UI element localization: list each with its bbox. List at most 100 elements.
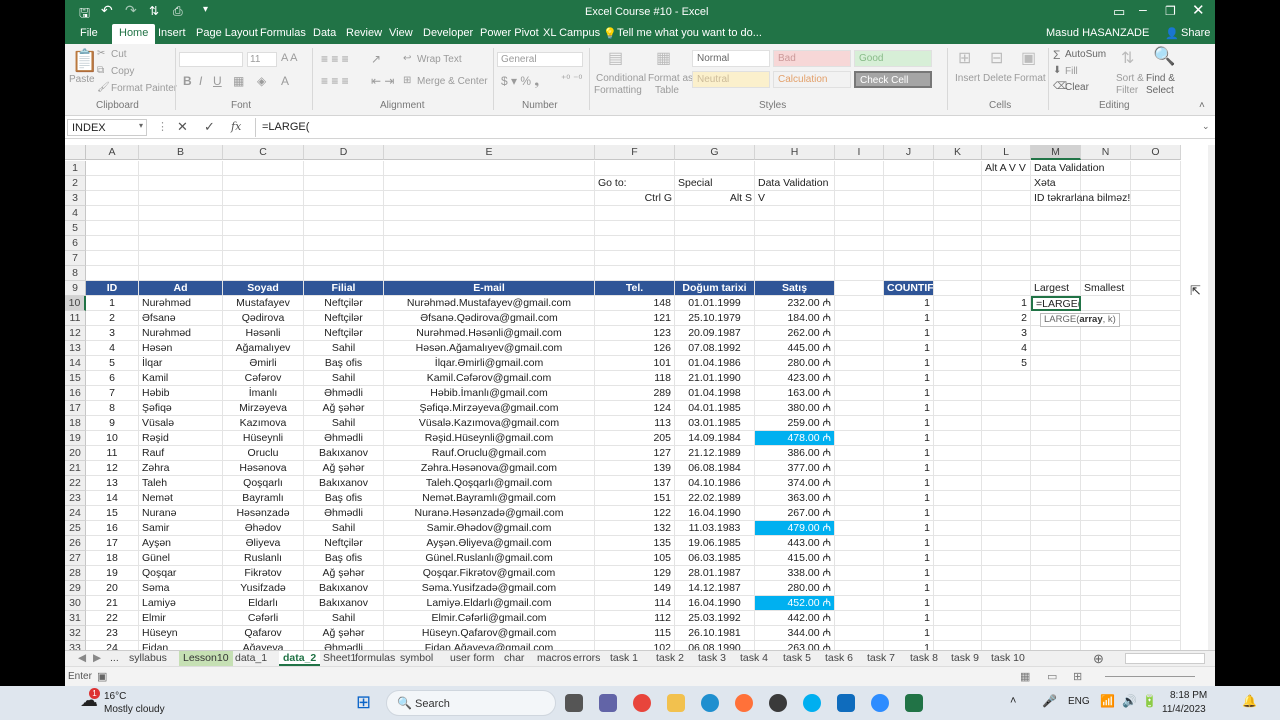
- table-cell[interactable]: Nurəhməd: [139, 296, 223, 311]
- note-m2[interactable]: Xəta: [1031, 176, 1081, 191]
- grid-cell[interactable]: [139, 206, 223, 221]
- grid-cell[interactable]: [1031, 251, 1081, 266]
- table-cell[interactable]: 139: [595, 461, 675, 476]
- macro-record-icon[interactable]: ▣: [97, 670, 107, 683]
- copy-icon[interactable]: ⧉: [97, 65, 104, 76]
- table-cell[interactable]: 11.03.1983: [675, 521, 755, 536]
- table-cell[interactable]: Əhmədli: [304, 641, 384, 650]
- grid-cell[interactable]: [982, 266, 1031, 281]
- column-header[interactable]: L: [982, 145, 1031, 160]
- grid-cell[interactable]: [675, 266, 755, 281]
- table-cell[interactable]: 280.00 ₼: [755, 581, 835, 596]
- undo-icon[interactable]: ↶: [101, 2, 113, 19]
- table-cell[interactable]: 1: [884, 446, 934, 461]
- row-header[interactable]: 24: [65, 506, 86, 521]
- table-cell[interactable]: 10: [86, 431, 139, 446]
- row-header[interactable]: 22: [65, 476, 86, 491]
- table-header[interactable]: ID: [86, 281, 139, 296]
- grid-cell[interactable]: [982, 461, 1031, 476]
- grid-cell[interactable]: [1131, 176, 1181, 191]
- paste-button[interactable]: Paste: [69, 74, 95, 85]
- grid-cell[interactable]: [835, 326, 884, 341]
- grid-cell[interactable]: [982, 521, 1031, 536]
- grid-cell[interactable]: [1081, 221, 1131, 236]
- table-cell[interactable]: 184.00 ₼: [755, 311, 835, 326]
- grid-cell[interactable]: [1031, 401, 1081, 416]
- sheet-tab[interactable]: user form: [450, 651, 494, 666]
- sheet-tab[interactable]: task 3: [698, 651, 726, 666]
- minimize-icon[interactable]: –: [1139, 1, 1147, 17]
- table-cell[interactable]: 26.10.1981: [675, 626, 755, 641]
- grid-cell[interactable]: [982, 476, 1031, 491]
- grid-cell[interactable]: [1031, 611, 1081, 626]
- note-f3[interactable]: Ctrl G: [595, 191, 675, 206]
- grid-cell[interactable]: [1131, 416, 1181, 431]
- grid-cell[interactable]: [835, 386, 884, 401]
- sheet-tab[interactable]: task 6: [825, 651, 853, 666]
- style-good[interactable]: Good: [854, 50, 932, 67]
- column-header[interactable]: G: [675, 145, 755, 160]
- grid-cell[interactable]: [835, 581, 884, 596]
- table-header[interactable]: Filial: [304, 281, 384, 296]
- grid-cell[interactable]: [1031, 266, 1081, 281]
- table-cell[interactable]: Yusifzadə: [223, 581, 304, 596]
- table-cell[interactable]: Hüseyn.Qafarov@gmail.com: [384, 626, 595, 641]
- grid-cell[interactable]: [1031, 566, 1081, 581]
- merge-center-button[interactable]: Merge & Center: [417, 76, 488, 87]
- clear-button[interactable]: Clear: [1065, 82, 1089, 93]
- font-name-box[interactable]: [179, 52, 243, 67]
- grid-cell[interactable]: [982, 611, 1031, 626]
- table-cell[interactable]: Mustafayev: [223, 296, 304, 311]
- row-header[interactable]: 3: [65, 191, 86, 206]
- table-cell[interactable]: Sahil: [304, 521, 384, 536]
- app-24-icon[interactable]: [769, 694, 787, 712]
- firefox-icon[interactable]: [735, 694, 753, 712]
- table-cell[interactable]: Sahil: [304, 341, 384, 356]
- print-icon[interactable]: ⎙: [173, 4, 183, 19]
- table-cell[interactable]: Neftçilər: [304, 296, 384, 311]
- row-header[interactable]: 7: [65, 251, 86, 266]
- grid-cell[interactable]: [982, 536, 1031, 551]
- grid-cell[interactable]: [675, 161, 755, 176]
- table-cell[interactable]: 6: [86, 371, 139, 386]
- decimal-icon[interactable]: ⁺⁰ ⁻⁰: [561, 74, 582, 85]
- grid-cell[interactable]: [1081, 596, 1131, 611]
- sheet-tab[interactable]: task 8: [910, 651, 938, 666]
- note-m3[interactable]: ID təkrarlana bilməz!: [1031, 191, 1130, 206]
- grid-cell[interactable]: [1131, 596, 1181, 611]
- table-cell[interactable]: 114: [595, 596, 675, 611]
- note-g2[interactable]: Special: [675, 176, 755, 191]
- table-cell[interactable]: Həsənli: [223, 326, 304, 341]
- clock-date[interactable]: 11/4/2023: [1162, 704, 1206, 715]
- grid-cell[interactable]: [835, 431, 884, 446]
- table-cell[interactable]: Günel.Ruslanlı@gmail.com: [384, 551, 595, 566]
- row-header[interactable]: 26: [65, 536, 86, 551]
- copy-button[interactable]: Copy: [111, 66, 134, 77]
- grid-cell[interactable]: [1031, 506, 1081, 521]
- row-header[interactable]: 12: [65, 326, 86, 341]
- format-as-table-label-1[interactable]: Format as: [648, 73, 693, 84]
- grid-cell[interactable]: [884, 266, 934, 281]
- restore-icon[interactable]: ❐: [1165, 4, 1176, 18]
- table-cell[interactable]: Cəfərli: [223, 611, 304, 626]
- grid-cell[interactable]: [835, 611, 884, 626]
- grid-cell[interactable]: [304, 266, 384, 281]
- table-cell[interactable]: 06.03.1985: [675, 551, 755, 566]
- column-header[interactable]: J: [884, 145, 934, 160]
- grid-cell[interactable]: [982, 596, 1031, 611]
- grid-cell[interactable]: [934, 431, 982, 446]
- table-cell[interactable]: Nuranə.Həsənzadə@gmail.com: [384, 506, 595, 521]
- task-view-icon[interactable]: [565, 694, 583, 712]
- grid-cell[interactable]: [1081, 521, 1131, 536]
- fill-color-icon[interactable]: ◈: [257, 74, 266, 88]
- grid-cell[interactable]: [595, 161, 675, 176]
- grid-cell[interactable]: [1031, 521, 1081, 536]
- grid-cell[interactable]: [1131, 551, 1181, 566]
- grid-cell[interactable]: [1081, 266, 1131, 281]
- grid-cell[interactable]: [982, 401, 1031, 416]
- grid-cell[interactable]: [755, 206, 835, 221]
- zoom-slider[interactable]: [1105, 676, 1195, 677]
- grid-cell[interactable]: [1081, 356, 1131, 371]
- start-icon[interactable]: ⊞: [356, 692, 371, 713]
- table-cell[interactable]: Bakıxanov: [304, 446, 384, 461]
